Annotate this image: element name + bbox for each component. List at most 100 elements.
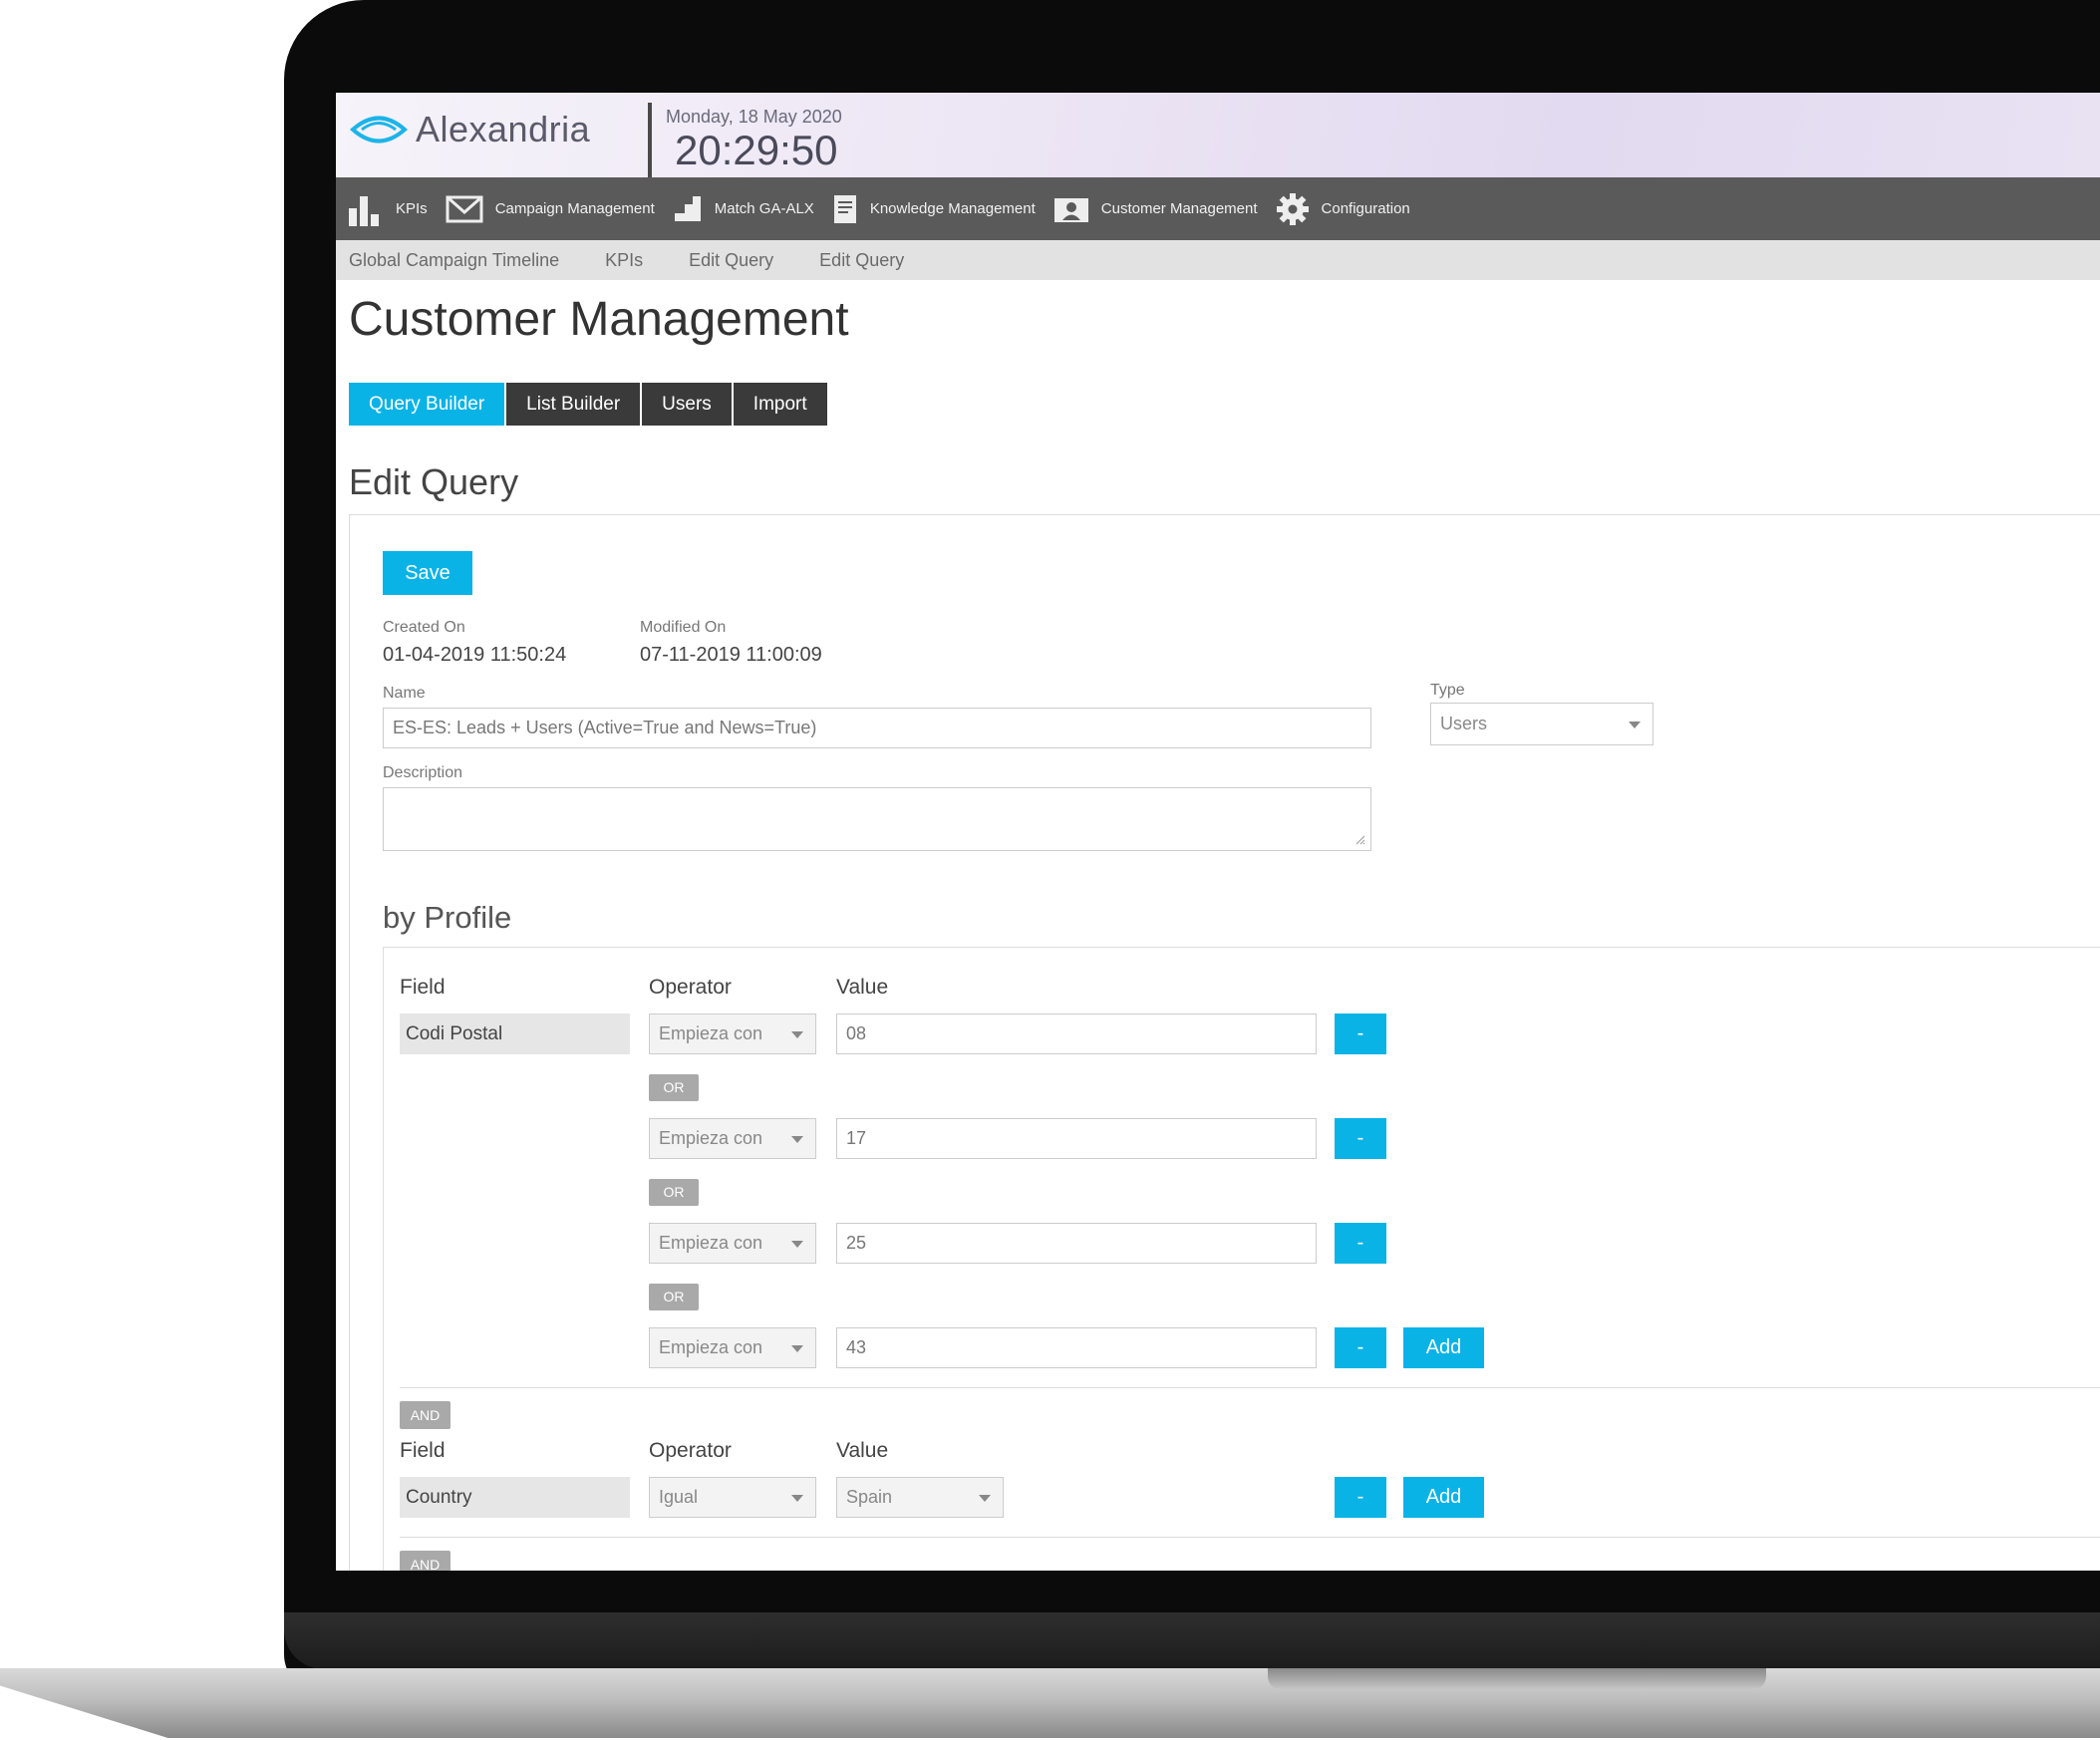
operator-select-value: Empieza con	[659, 1023, 763, 1043]
laptop-base	[0, 1668, 2100, 1738]
operator-select[interactable]: Empieza con	[649, 1327, 816, 1368]
app-header: Alexandria Monday, 18 May 2020 20:29:50	[336, 93, 2100, 177]
chevron-down-icon	[791, 1240, 803, 1248]
modified-on-value: 07-11-2019 11:00:09	[640, 644, 822, 666]
field-country[interactable]: Country	[400, 1477, 630, 1518]
breadcrumb-global-campaign-timeline[interactable]: Global Campaign Timeline	[349, 250, 559, 271]
nav-item-knowledge-management[interactable]: Knowledge Management	[832, 193, 1036, 225]
nav-label: Configuration	[1321, 200, 1410, 217]
type-select-value: Users	[1440, 714, 1488, 733]
save-button[interactable]: Save	[383, 551, 472, 595]
name-field[interactable]: ES-ES: Leads + Users (Active=True and Ne…	[383, 708, 1371, 748]
tab-users[interactable]: Users	[642, 383, 732, 426]
value-select-value: Spain	[846, 1487, 893, 1507]
type-select[interactable]: Users	[1430, 703, 1653, 745]
steps-icon	[673, 195, 703, 223]
divider	[400, 1537, 2100, 1538]
remove-condition-button[interactable]: -	[1335, 1327, 1386, 1368]
col-head-value: Value	[836, 1439, 889, 1462]
header-divider	[648, 103, 652, 177]
nav-item-kpis[interactable]: KPIs	[348, 192, 428, 226]
add-condition-button[interactable]: Add	[1403, 1477, 1484, 1518]
screen: Alexandria Monday, 18 May 2020 20:29:50 …	[336, 93, 2100, 1571]
add-condition-button[interactable]: Add	[1403, 1327, 1484, 1368]
operator-select-value: Empieza con	[659, 1233, 763, 1253]
nav-item-campaign-management[interactable]: Campaign Management	[446, 195, 655, 223]
remove-condition-button[interactable]: -	[1335, 1223, 1386, 1264]
chevron-down-icon	[791, 1030, 803, 1038]
col-head-field: Field	[400, 1439, 446, 1462]
created-on-label: Created On	[383, 619, 465, 636]
tab-list-builder[interactable]: List Builder	[506, 383, 641, 426]
laptop-chin	[284, 1612, 2100, 1669]
and-chip[interactable]: AND	[400, 1551, 450, 1571]
breadcrumb: Global Campaign Timeline KPIs Edit Query…	[336, 240, 2100, 280]
operator-select[interactable]: Igual	[649, 1477, 816, 1518]
resize-handle-icon[interactable]	[1355, 835, 1365, 845]
or-chip[interactable]: OR	[649, 1074, 699, 1101]
chevron-down-icon	[979, 1494, 991, 1502]
description-label: Description	[383, 764, 463, 781]
breadcrumb-edit-query[interactable]: Edit Query	[689, 250, 773, 271]
and-chip[interactable]: AND	[400, 1401, 450, 1429]
operator-select[interactable]: Empieza con	[649, 1223, 816, 1264]
tab-bar: Query Builder List Builder Users Import	[349, 383, 829, 426]
value-input[interactable]: 17	[836, 1118, 1317, 1159]
nav-label: Customer Management	[1100, 200, 1258, 217]
type-label: Type	[1430, 682, 1465, 699]
envelope-icon	[446, 195, 483, 223]
operator-select-value: Empieza con	[659, 1128, 763, 1148]
main-nav: KPIs Campaign Management Match GA-ALX Kn…	[336, 177, 2100, 240]
nav-label: Match GA-ALX	[714, 200, 814, 217]
remove-condition-button[interactable]: -	[1335, 1118, 1386, 1159]
col-head-operator: Operator	[649, 1439, 732, 1462]
gear-icon	[1276, 192, 1310, 226]
remove-condition-button[interactable]: -	[1335, 1014, 1386, 1054]
created-on-value: 01-04-2019 11:50:24	[383, 644, 567, 666]
user-card-icon	[1053, 195, 1089, 223]
tab-query-builder[interactable]: Query Builder	[349, 383, 505, 426]
chevron-down-icon	[791, 1494, 803, 1502]
value-input[interactable]: 43	[836, 1327, 1317, 1368]
chevron-down-icon	[791, 1135, 803, 1143]
eye-logo-icon	[350, 116, 408, 144]
breadcrumb-edit-query-current[interactable]: Edit Query	[819, 250, 904, 271]
breadcrumb-kpis[interactable]: KPIs	[605, 250, 643, 271]
operator-select[interactable]: Empieza con	[649, 1014, 816, 1054]
description-field[interactable]	[383, 787, 1371, 851]
tab-import[interactable]: Import	[733, 383, 827, 426]
bar-chart-icon	[348, 192, 384, 226]
nav-item-customer-management[interactable]: Customer Management	[1053, 195, 1258, 223]
col-head-field: Field	[400, 976, 446, 999]
nav-item-match-ga-alx[interactable]: Match GA-ALX	[673, 195, 814, 223]
col-head-operator: Operator	[649, 976, 732, 999]
value-input[interactable]: 25	[836, 1223, 1317, 1264]
field-codi-postal[interactable]: Codi Postal	[400, 1014, 630, 1054]
value-select[interactable]: Spain	[836, 1477, 1004, 1518]
current-time: 20:29:50	[675, 127, 838, 173]
divider	[400, 1387, 2100, 1388]
page-title: Customer Management	[349, 293, 849, 346]
value-input[interactable]: 08	[836, 1014, 1317, 1054]
nav-item-configuration[interactable]: Configuration	[1276, 192, 1410, 226]
document-icon	[832, 193, 858, 225]
laptop-hinge	[1268, 1668, 1766, 1690]
brand-logo[interactable]: Alexandria	[350, 109, 590, 150]
operator-select-value: Empieza con	[659, 1337, 763, 1357]
modified-on-label: Modified On	[640, 619, 727, 636]
col-head-value: Value	[836, 976, 889, 999]
current-date: Monday, 18 May 2020	[666, 107, 842, 127]
operator-select[interactable]: Empieza con	[649, 1118, 816, 1159]
nav-label: Knowledge Management	[869, 200, 1036, 217]
name-label: Name	[383, 685, 426, 702]
operator-select-value: Igual	[659, 1487, 699, 1507]
or-chip[interactable]: OR	[649, 1179, 699, 1206]
remove-condition-button[interactable]: -	[1335, 1477, 1386, 1518]
or-chip[interactable]: OR	[649, 1284, 699, 1310]
nav-label: KPIs	[396, 200, 428, 217]
profile-section-title: by Profile	[383, 900, 512, 935]
chevron-down-icon	[791, 1344, 803, 1352]
section-title: Edit Query	[349, 461, 519, 502]
chevron-down-icon	[1629, 721, 1641, 728]
nav-label: Campaign Management	[494, 200, 655, 217]
